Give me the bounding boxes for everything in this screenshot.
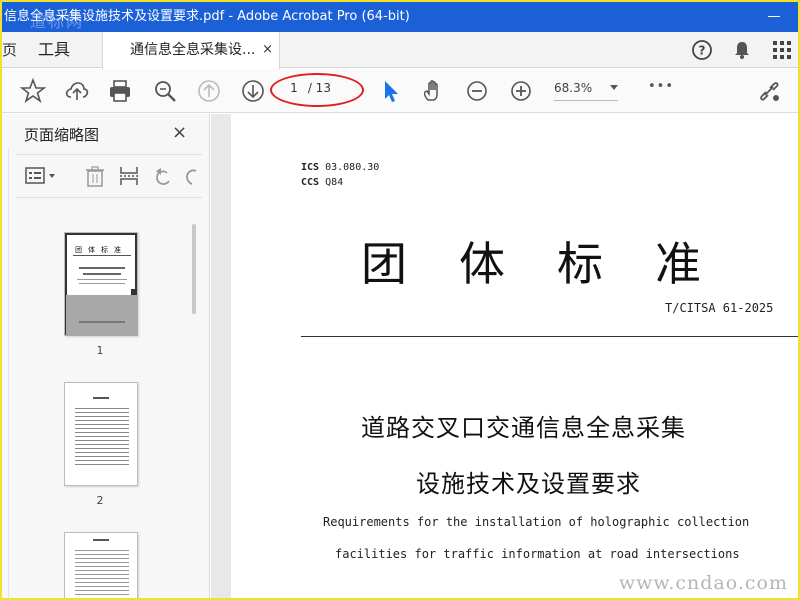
header-rule bbox=[301, 336, 798, 337]
tab-document[interactable]: 通信息全息采集设... × bbox=[102, 32, 280, 69]
chevron-down-icon bbox=[610, 85, 618, 90]
more-tools-icon[interactable]: ••• bbox=[648, 79, 674, 94]
thumbnail-toolbar bbox=[16, 154, 202, 198]
watermark-top: 道标网 bbox=[30, 12, 85, 31]
zoom-level-select[interactable]: 68.3% bbox=[554, 81, 618, 101]
zoom-search-icon[interactable] bbox=[152, 78, 178, 104]
thumbnail-shade bbox=[66, 295, 138, 336]
share-link-icon[interactable] bbox=[756, 78, 782, 104]
extract-page-icon[interactable] bbox=[118, 165, 140, 187]
rotate-left-icon[interactable] bbox=[152, 165, 174, 187]
tab-bar: 页 工具 通信息全息采集设... × ? bbox=[2, 32, 798, 69]
thumbnail-title-text: 团体标准 bbox=[75, 246, 127, 254]
thumbnail-rule bbox=[73, 255, 131, 256]
rotate-right-icon[interactable] bbox=[182, 165, 202, 187]
title-en-line-2: facilities for traffic information at ro… bbox=[335, 547, 740, 561]
thumbnail-line bbox=[79, 267, 125, 269]
select-cursor-icon[interactable] bbox=[378, 78, 404, 104]
title-en-line-1: Requirements for the installation of hol… bbox=[323, 515, 750, 529]
thumbnail-line bbox=[93, 397, 109, 399]
page-thumbnail-1[interactable]: 团体标准 bbox=[64, 232, 138, 336]
thumbnail-line bbox=[83, 273, 121, 275]
bookmark-star-icon[interactable] bbox=[20, 78, 46, 104]
tab-document-label: 通信息全息采集设... bbox=[130, 42, 256, 58]
tab-close-icon[interactable]: × bbox=[262, 32, 273, 68]
ics-label: ICS bbox=[301, 162, 320, 173]
thumbnail-line bbox=[77, 279, 127, 280]
thumbnail-label-2: 2 bbox=[96, 494, 104, 507]
upload-cloud-icon[interactable] bbox=[64, 78, 90, 104]
zoom-in-icon[interactable] bbox=[508, 78, 534, 104]
title-bar: 信息全息采集设施技术及设置要求.pdf - Adobe Acrobat Pro … bbox=[2, 2, 798, 32]
thumbnail-line bbox=[79, 321, 125, 323]
thumbnail-toc-lines bbox=[75, 405, 129, 465]
minimize-button[interactable] bbox=[768, 16, 780, 17]
print-icon[interactable] bbox=[107, 78, 133, 104]
thumbnail-panel: 页面缩略图 × 团体标准 1 2 bbox=[2, 114, 210, 598]
panel-edge bbox=[8, 148, 9, 598]
hand-tool-icon[interactable] bbox=[420, 78, 446, 104]
title-cn-line-1: 道路交叉口交通信息全息采集 bbox=[361, 414, 686, 442]
previous-page-icon[interactable] bbox=[196, 78, 222, 104]
ccs-value: Q84 bbox=[325, 177, 344, 188]
pdf-page: ICS 03.080.30 CCS Q84 团体标准 T/CITSA 61-20… bbox=[231, 114, 798, 598]
thumbnail-line bbox=[93, 539, 109, 541]
notification-bell-icon[interactable] bbox=[730, 38, 754, 62]
document-viewport[interactable]: ICS 03.080.30 CCS Q84 团体标准 T/CITSA 61-20… bbox=[211, 114, 798, 598]
page-thumbnail-3[interactable] bbox=[64, 532, 138, 598]
next-page-icon[interactable] bbox=[240, 78, 266, 104]
apps-grid-icon[interactable] bbox=[770, 38, 794, 62]
help-icon[interactable]: ? bbox=[690, 38, 714, 62]
title-cn-line-2: 设施技术及设置要求 bbox=[416, 470, 641, 498]
zoom-level-value: 68.3% bbox=[554, 81, 593, 95]
page-thumbnail-2[interactable] bbox=[64, 382, 138, 486]
delete-page-icon[interactable] bbox=[84, 165, 106, 187]
tab-home-partial[interactable]: 页 bbox=[2, 32, 17, 68]
thumbnail-options-icon[interactable] bbox=[24, 165, 60, 187]
panel-close-icon[interactable]: × bbox=[172, 122, 187, 143]
thumbnail-scrollbar[interactable] bbox=[192, 224, 196, 314]
zoom-out-icon[interactable] bbox=[464, 78, 490, 104]
standard-type-heading: 团体标准 bbox=[361, 237, 753, 291]
svg-text:?: ? bbox=[699, 44, 706, 58]
thumbnail-handle bbox=[131, 289, 137, 295]
red-annotation-circle bbox=[270, 73, 364, 107]
main-toolbar: 1 / 13 68.3% ••• bbox=[2, 69, 798, 113]
watermark-bottom: www.cndao.com bbox=[618, 572, 788, 594]
acrobat-window: 信息全息采集设施技术及设置要求.pdf - Adobe Acrobat Pro … bbox=[2, 2, 798, 598]
panel-title: 页面缩略图 bbox=[24, 126, 100, 144]
thumbnail-label-1: 1 bbox=[96, 344, 104, 357]
tab-tools[interactable]: 工具 bbox=[38, 32, 70, 68]
thumbnail-body-lines bbox=[75, 547, 129, 597]
thumbnail-line bbox=[79, 283, 125, 284]
ccs-label: CCS bbox=[301, 177, 320, 188]
standard-number: T/CITSA 61-2025 bbox=[665, 301, 774, 315]
ics-value: 03.080.30 bbox=[325, 162, 380, 173]
classification-codes: ICS 03.080.30 CCS Q84 bbox=[301, 160, 379, 190]
